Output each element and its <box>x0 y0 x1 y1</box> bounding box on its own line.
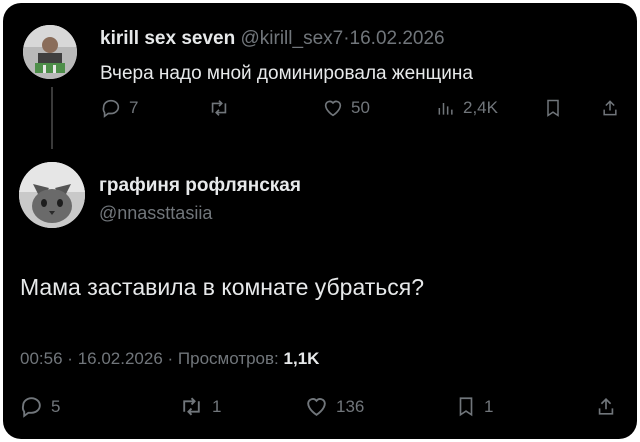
reply-display-name[interactable]: kirill sex seven <box>100 28 235 49</box>
main-likes-count: 136 <box>336 396 365 416</box>
reply-share-button[interactable] <box>600 97 620 119</box>
main-reposts-count: 1 <box>212 396 222 416</box>
main-tweet-text: Мама заставила в комнате убраться? <box>20 274 425 300</box>
reply-icon <box>102 99 120 118</box>
reply-handle[interactable]: @kirill_sex7 <box>241 28 344 49</box>
main-like-button[interactable]: 136 <box>304 394 364 419</box>
reply-action-bar: 7 50 2,4K <box>3 95 637 125</box>
main-replies-count: 5 <box>51 396 61 416</box>
main-date[interactable]: 16.02.2026 <box>78 349 163 368</box>
main-reply-button[interactable]: 5 <box>19 394 60 419</box>
main-bookmarks-count: 1 <box>484 396 494 416</box>
views-count[interactable]: 1,1K <box>284 349 320 368</box>
repost-icon <box>211 100 227 116</box>
main-separator-2: · <box>167 349 174 368</box>
reply-header: kirill sex seven @kirill_sex7·16.02.2026 <box>100 28 445 50</box>
main-share-button[interactable] <box>595 394 617 419</box>
main-display-name[interactable]: графиня рофлянская <box>99 175 301 197</box>
reply-views-count: 2,4K <box>463 98 498 117</box>
like-icon <box>307 398 326 416</box>
repost-icon <box>183 397 200 416</box>
views-label: Просмотров: <box>177 349 279 368</box>
tweet-card: kirill sex seven @kirill_sex7·16.02.2026… <box>3 3 637 439</box>
main-handle[interactable]: @nnassttasiia <box>99 203 212 224</box>
main-separator-1: · <box>67 349 73 368</box>
reply-views-button[interactable]: 2,4K <box>436 97 498 119</box>
reply-icon <box>21 397 41 418</box>
share-icon <box>603 100 617 116</box>
main-time[interactable]: 00:56 <box>20 349 63 368</box>
reply-like-button[interactable]: 50 <box>322 97 370 119</box>
share-icon <box>598 397 614 415</box>
avatar-grafinya[interactable] <box>19 162 85 228</box>
reply-date[interactable]: 16.02.2026 <box>350 28 445 49</box>
main-tweet-meta: 00:56 · 16.02.2026 · Просмотров: 1,1K <box>20 349 319 369</box>
views-icon <box>438 103 453 115</box>
reply-reply-button[interactable]: 7 <box>100 97 138 119</box>
like-icon <box>324 100 342 117</box>
reply-likes-count: 50 <box>351 98 370 117</box>
reply-bookmark-button[interactable] <box>543 97 563 119</box>
avatar-kirill[interactable] <box>23 25 77 79</box>
reply-text: Вчера надо мной доминировала женщина <box>100 63 473 84</box>
main-bookmark-button[interactable]: 1 <box>455 394 493 419</box>
reply-replies-count: 7 <box>129 98 139 117</box>
bookmark-icon <box>459 397 473 417</box>
main-action-bar: 5 1 136 1 <box>3 394 637 424</box>
main-repost-button[interactable]: 1 <box>178 394 221 419</box>
reply-repost-button[interactable] <box>207 97 231 119</box>
bookmark-icon <box>547 99 559 117</box>
